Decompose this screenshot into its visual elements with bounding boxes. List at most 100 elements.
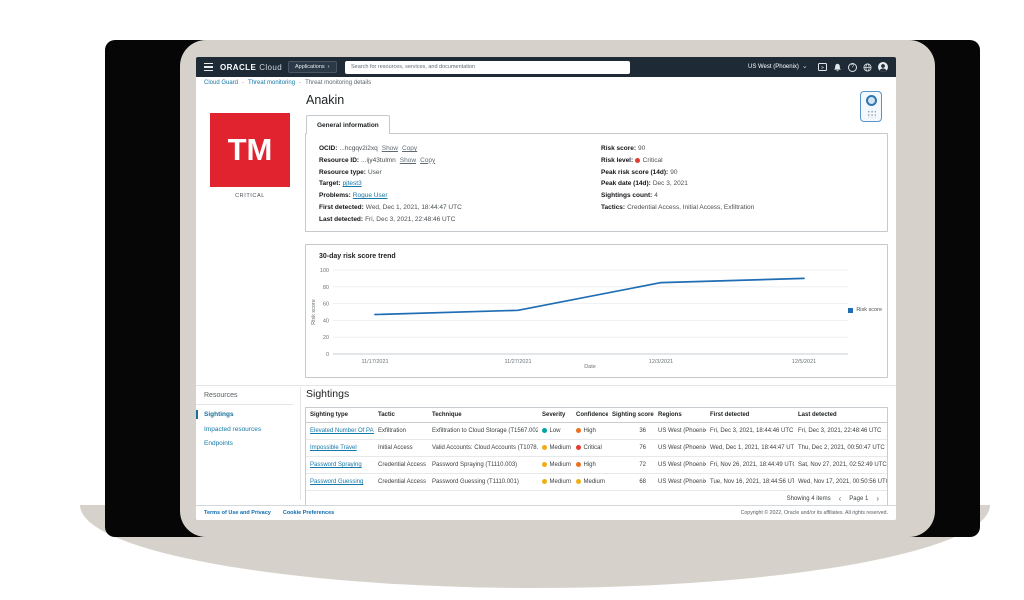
- explore-button[interactable]: [860, 91, 882, 122]
- col-regions: Regions: [654, 408, 706, 423]
- field-value: Critical: [643, 157, 663, 164]
- target-ring-icon: [866, 95, 877, 106]
- legend-swatch: [848, 308, 853, 313]
- resources-list-item[interactable]: Impacted resources: [196, 426, 293, 433]
- severity-dot: [542, 462, 547, 467]
- technique-cell: Password Spraying (T1110.003): [428, 457, 538, 474]
- svg-text:80: 80: [323, 285, 329, 291]
- copy-link[interactable]: Copy: [420, 157, 435, 164]
- breadcrumb-threat-monitoring[interactable]: Threat monitoring: [248, 80, 295, 86]
- severity-cell: Medium: [538, 440, 572, 457]
- confidence-dot: [576, 428, 581, 433]
- info-field: Risk level:Critical: [601, 157, 754, 164]
- technique-cell: Password Guessing (T1110.001): [428, 474, 538, 491]
- previous-page-icon[interactable]: ‹: [839, 496, 842, 502]
- confidence-dot: [576, 445, 581, 450]
- col-technique: Technique: [428, 408, 538, 423]
- svg-text:12/3/2021: 12/3/2021: [649, 359, 673, 365]
- region-cell: US West (Phoenix): [654, 440, 706, 457]
- col-confidence: Confidence: [572, 408, 608, 423]
- bell-icon[interactable]: [833, 63, 842, 72]
- sightings-table: Sighting type Tactic Technique Severity …: [306, 408, 887, 491]
- show-link[interactable]: Show: [400, 157, 416, 164]
- field-label: Peak date (14d):: [601, 180, 651, 187]
- resources-header: Resources: [196, 390, 293, 405]
- svg-text:100: 100: [320, 268, 329, 274]
- col-sighting-score: Sighting score: [608, 408, 654, 423]
- info-field: OCID:...hcgqv2i2xqShowCopy: [319, 145, 462, 152]
- field-value: ...ijy43tulmn: [361, 157, 396, 164]
- show-link[interactable]: Show: [382, 145, 398, 152]
- first-detected-cell: Fri, Nov 26, 2021, 18:44:49 UTC: [706, 457, 794, 474]
- terms-link[interactable]: Terms of Use and Privacy: [204, 510, 271, 516]
- sighting-type-link[interactable]: Password Spraying: [310, 462, 362, 468]
- search-input[interactable]: [345, 61, 630, 74]
- region-cell: US West (Phoenix): [654, 457, 706, 474]
- svg-text:40: 40: [323, 318, 329, 324]
- table-header-row: Sighting type Tactic Technique Severity …: [306, 408, 887, 423]
- sightings-heading: Sightings: [306, 388, 349, 400]
- copy-link[interactable]: Copy: [402, 145, 417, 152]
- info-column-left: OCID:...hcgqv2i2xqShowCopy Resource ID:.…: [319, 145, 462, 228]
- info-field: Risk score:90: [601, 145, 754, 152]
- status-dot: [635, 158, 640, 163]
- svg-text:12/5/2021: 12/5/2021: [792, 359, 816, 365]
- applications-button[interactable]: Applications ›: [288, 61, 337, 73]
- region-selector[interactable]: US West (Phoenix) ⌄: [748, 57, 808, 77]
- sighting-score-cell: 36: [608, 423, 654, 440]
- info-column-right: Risk score:90 Risk level:Critical Peak r…: [601, 145, 754, 216]
- info-field: Resource ID:...ijy43tulmnShowCopy: [319, 157, 462, 164]
- table-row: Password Guessing Credential Access Pass…: [306, 474, 887, 491]
- next-page-icon[interactable]: ›: [876, 496, 879, 502]
- field-value: 4: [654, 192, 658, 199]
- field-link[interactable]: Rogue User: [353, 192, 388, 199]
- globe-icon[interactable]: [863, 63, 872, 72]
- svg-text:20: 20: [323, 335, 329, 341]
- breadcrumb-current: Threat monitoring details: [305, 80, 371, 86]
- user-avatar-icon[interactable]: [878, 62, 888, 72]
- sightings-table-panel: Sighting type Tactic Technique Severity …: [305, 407, 888, 508]
- cloud-shell-icon[interactable]: >: [818, 63, 827, 71]
- resources-list-item[interactable]: Sightings: [196, 411, 293, 418]
- breadcrumb-cloud-guard[interactable]: Cloud Guard: [204, 80, 238, 86]
- field-value: Dec 3, 2021: [653, 180, 688, 187]
- technique-cell: Valid Accounts: Cloud Accounts (T1078.00…: [428, 440, 538, 457]
- dot-grid-icon: [866, 109, 876, 118]
- oracle-cloud-logo[interactable]: ORACLE Cloud: [220, 57, 282, 77]
- tactic-cell: Credential Access: [374, 474, 428, 491]
- device-mockup: ORACLE Cloud Applications › US West (Pho…: [0, 0, 1024, 600]
- confidence-cell: Critical: [572, 440, 608, 457]
- info-field: Target:pjtest3: [319, 180, 462, 187]
- hamburger-icon[interactable]: [204, 63, 213, 71]
- info-field: Sightings count:4: [601, 192, 754, 199]
- sighting-type-link[interactable]: Elevated Number Of PARs: [310, 428, 374, 434]
- tab-general-information[interactable]: General information: [306, 115, 390, 134]
- chevron-right-icon: ›: [328, 64, 330, 70]
- page-indicator: Page 1: [849, 496, 868, 502]
- first-detected-cell: Tue, Nov 16, 2021, 18:44:56 UTC: [706, 474, 794, 491]
- field-value: 90: [670, 169, 677, 176]
- resources-list-item[interactable]: Endpoints: [196, 440, 293, 447]
- help-icon[interactable]: ?: [848, 63, 857, 72]
- tactic-cell: Credential Access: [374, 457, 428, 474]
- cookie-preferences-link[interactable]: Cookie Preferences: [283, 510, 334, 516]
- sighting-type-link[interactable]: Password Guessing: [310, 479, 363, 485]
- sighting-type-link[interactable]: Impossible Travel: [310, 445, 357, 451]
- field-value: Credential Access, Initial Access, Exfil…: [627, 204, 754, 211]
- severity-cell: Medium: [538, 474, 572, 491]
- sighting-score-cell: 76: [608, 440, 654, 457]
- severity-caption: CRITICAL: [210, 193, 290, 199]
- confidence-cell: High: [572, 423, 608, 440]
- table-row: Password Spraying Credential Access Pass…: [306, 457, 887, 474]
- severity-dot: [542, 479, 547, 484]
- info-field: First detected:Wed, Dec 1, 2021, 18:44:4…: [319, 204, 462, 211]
- first-detected-cell: Wed, Dec 1, 2021, 18:44:47 UTC: [706, 440, 794, 457]
- col-tactic: Tactic: [374, 408, 428, 423]
- field-link[interactable]: pjtest3: [343, 180, 362, 187]
- severity-dot: [542, 428, 547, 433]
- tactic-cell: Exfiltration: [374, 423, 428, 440]
- risk-trend-panel: 30-day risk score trend Risk score 02040…: [305, 244, 888, 378]
- severity-dot: [542, 445, 547, 450]
- field-label: Peak risk score (14d):: [601, 169, 668, 176]
- general-information-panel: OCID:...hcgqv2i2xqShowCopy Resource ID:.…: [305, 133, 888, 232]
